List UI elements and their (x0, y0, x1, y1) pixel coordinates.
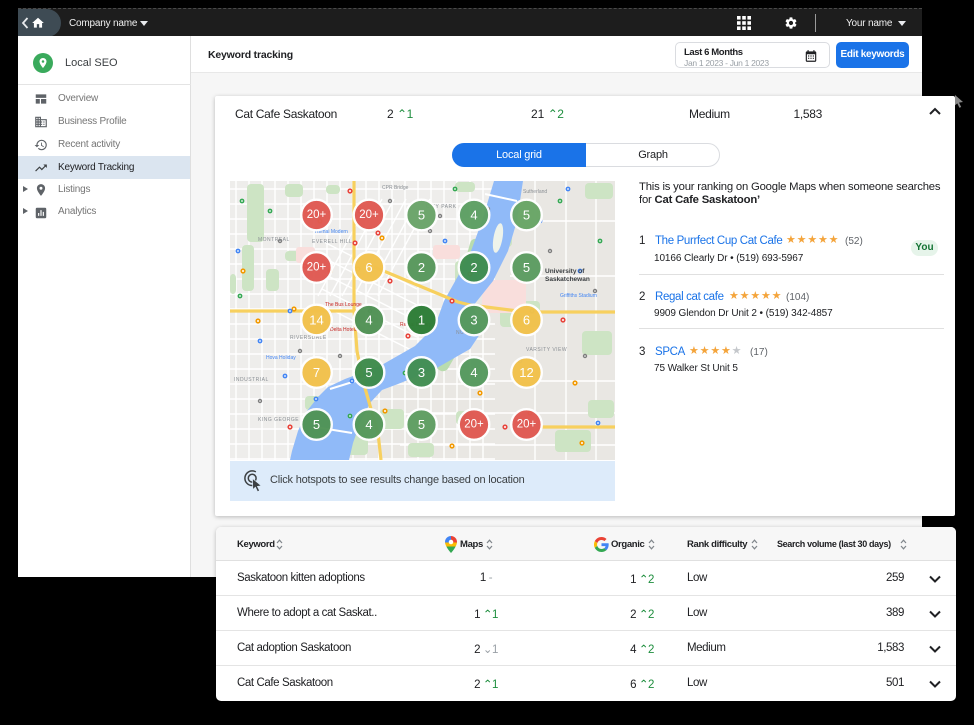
svg-text:5: 5 (523, 208, 530, 223)
svg-text:Griffiths Stadium: Griffiths Stadium (560, 293, 597, 299)
svg-text:2: 2 (418, 260, 425, 275)
svg-text:20+: 20+ (359, 209, 379, 221)
svg-text:7: 7 (313, 365, 320, 380)
svg-text:5: 5 (313, 417, 320, 432)
svg-text:University of: University of (545, 268, 585, 275)
svg-text:The Bus Lounge: The Bus Lounge (325, 302, 362, 308)
svg-text:1: 1 (418, 313, 425, 328)
svg-text:Saskatchewan: Saskatchewan (545, 276, 590, 283)
svg-text:20+: 20+ (307, 262, 327, 274)
svg-text:12: 12 (519, 365, 533, 380)
svg-text:5: 5 (365, 365, 372, 380)
svg-text:KING GEORGE: KING GEORGE (258, 417, 299, 423)
svg-text:Sutherland: Sutherland (523, 189, 547, 195)
svg-text:4: 4 (470, 365, 477, 380)
svg-text:20+: 20+ (517, 419, 537, 431)
svg-text:MONTREAL: MONTREAL (258, 237, 290, 243)
svg-text:Hova Holiday: Hova Holiday (266, 355, 296, 361)
svg-text:6: 6 (523, 313, 530, 328)
svg-text:3: 3 (470, 313, 477, 328)
svg-text:2: 2 (470, 260, 477, 275)
svg-text:5: 5 (418, 208, 425, 223)
svg-text:VARSITY VIEW: VARSITY VIEW (526, 347, 567, 353)
svg-text:5: 5 (523, 260, 530, 275)
svg-text:4: 4 (365, 417, 372, 432)
svg-text:4: 4 (365, 313, 372, 328)
svg-text:20+: 20+ (307, 209, 327, 221)
svg-text:RIVERSDALE: RIVERSDALE (290, 335, 327, 341)
svg-text:CPR Bridge: CPR Bridge (382, 185, 409, 191)
svg-text:5: 5 (418, 417, 425, 432)
svg-text:3: 3 (418, 365, 425, 380)
svg-text:Delta Hotels: Delta Hotels (330, 327, 358, 333)
svg-text:INDUSTRIAL: INDUSTRIAL (234, 377, 269, 383)
svg-text:EVERELL HILL: EVERELL HILL (312, 239, 352, 245)
svg-text:4: 4 (470, 208, 477, 223)
svg-text:6: 6 (365, 260, 372, 275)
svg-text:14: 14 (309, 313, 323, 328)
svg-text:20+: 20+ (464, 419, 484, 431)
